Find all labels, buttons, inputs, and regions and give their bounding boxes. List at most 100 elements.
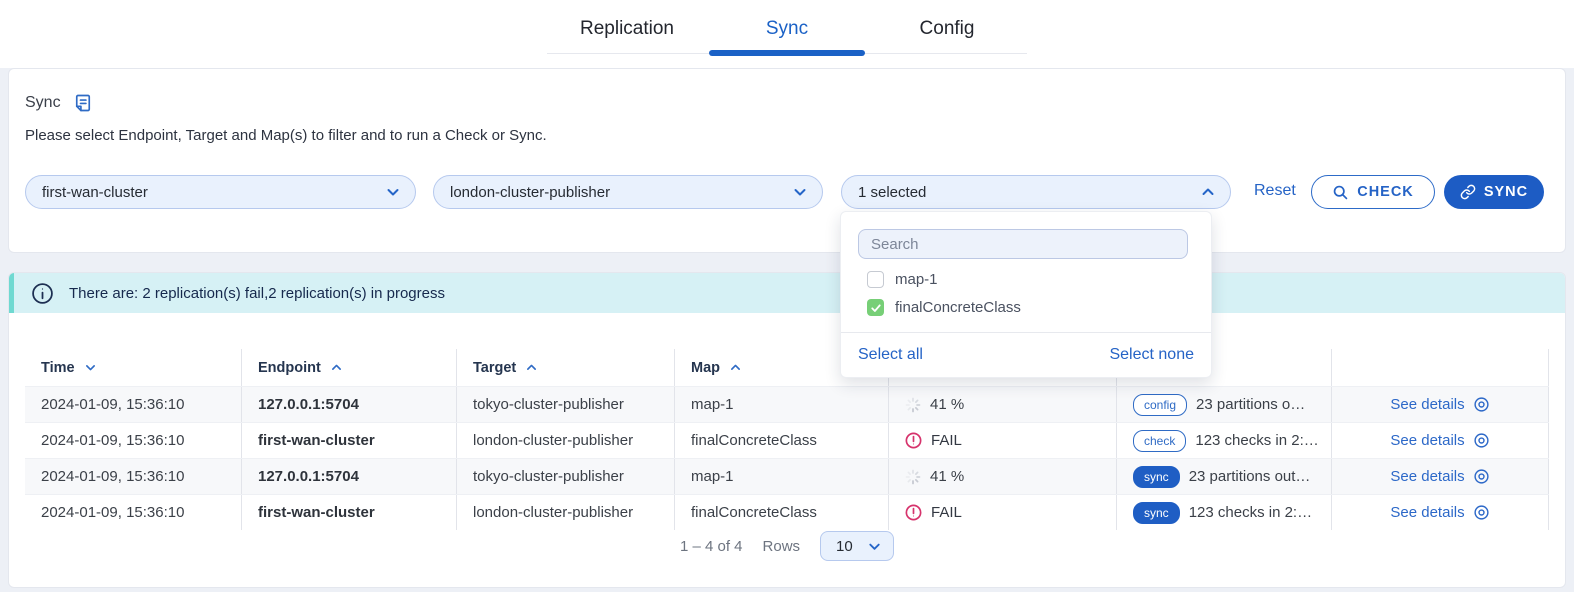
map-multiselect[interactable]: 1 selected xyxy=(841,175,1231,209)
col-header-label: Target xyxy=(473,360,516,376)
map-option-map-1[interactable]: map-1 xyxy=(867,271,938,288)
see-details-link[interactable]: See details xyxy=(1390,432,1489,449)
map-panel-footer: Select all Select none xyxy=(841,332,1211,377)
message-cell: sync 123 checks in 2:… xyxy=(1116,495,1331,530)
select-all-link[interactable]: Select all xyxy=(858,346,923,364)
sync-button-label: SYNC xyxy=(1484,184,1528,200)
table-header-row: Time Endpoint Target Map xyxy=(25,349,1549,386)
see-details-label: See details xyxy=(1390,396,1464,413)
tab-replication[interactable]: Replication xyxy=(547,12,707,53)
sort-asc-icon xyxy=(729,361,742,374)
map-cell: map-1 xyxy=(674,387,888,422)
message-cell: sync 23 partitions out… xyxy=(1116,459,1331,494)
sync-button[interactable]: SYNC xyxy=(1444,175,1544,209)
chevron-down-icon xyxy=(867,539,882,554)
target-cell: tokyo-cluster-publisher xyxy=(456,459,674,494)
sort-desc-icon xyxy=(84,361,97,374)
pagination-range: 1 – 4 of 4 xyxy=(680,538,743,555)
spinner-icon xyxy=(905,469,921,485)
col-header-label: Time xyxy=(41,360,75,376)
reset-button[interactable]: Reset xyxy=(1254,182,1296,200)
col-header-time[interactable]: Time xyxy=(25,349,241,386)
col-header-target[interactable]: Target xyxy=(456,349,674,386)
map-cell: finalConcreteClass xyxy=(674,423,888,458)
page-title: Sync xyxy=(25,93,93,113)
endpoint-cell: 127.0.0.1:5704 xyxy=(241,387,456,422)
time-cell: 2024-01-09, 15:36:10 xyxy=(25,387,241,422)
endpoint-cell: 127.0.0.1:5704 xyxy=(241,459,456,494)
info-banner: There are: 2 replication(s) fail,2 repli… xyxy=(9,273,1565,313)
rows-per-page-select[interactable]: 10 xyxy=(820,531,894,561)
table-row: 2024-01-09, 15:36:10 127.0.0.1:5704 toky… xyxy=(25,458,1549,494)
target-cell: london-cluster-publisher xyxy=(456,423,674,458)
search-icon xyxy=(1332,184,1349,201)
target-cell: london-cluster-publisher xyxy=(456,495,674,530)
col-header-endpoint[interactable]: Endpoint xyxy=(241,349,456,386)
check-button[interactable]: CHECK xyxy=(1311,175,1435,209)
tab-band: Replication Sync Config xyxy=(0,0,1574,68)
time-cell: 2024-01-09, 15:36:10 xyxy=(25,423,241,458)
error-icon xyxy=(905,432,922,449)
actions-cell: See details xyxy=(1331,459,1549,494)
map-option-finalconcreteclass[interactable]: finalConcreteClass xyxy=(867,299,1021,316)
see-details-link[interactable]: See details xyxy=(1390,504,1489,521)
tab-config[interactable]: Config xyxy=(867,12,1027,53)
chevron-down-icon xyxy=(792,184,808,200)
replication-table: Time Endpoint Target Map xyxy=(25,349,1549,530)
map-cell: map-1 xyxy=(674,459,888,494)
checkbox-checked-icon[interactable] xyxy=(867,299,884,316)
check-button-label: CHECK xyxy=(1357,184,1414,200)
pagination: 1 – 4 of 4 Rows 10 xyxy=(9,531,1565,561)
target-select[interactable]: london-cluster-publisher xyxy=(433,175,823,209)
tab-bar: Replication Sync Config xyxy=(547,12,1027,54)
time-cell: 2024-01-09, 15:36:10 xyxy=(25,459,241,494)
rows-per-page-value: 10 xyxy=(836,538,853,555)
status-cell: FAIL xyxy=(888,495,1116,530)
message-text: 123 checks in 2:… xyxy=(1189,504,1312,521)
sync-table-card: There are: 2 replication(s) fail,2 repli… xyxy=(8,272,1566,588)
see-details-link[interactable]: See details xyxy=(1390,396,1489,413)
operation-badge: config xyxy=(1133,394,1187,416)
sort-asc-icon xyxy=(330,361,343,374)
status-cell: 41 % xyxy=(888,459,1116,494)
document-icon[interactable] xyxy=(73,93,93,113)
message-cell: check 123 checks in 2:… xyxy=(1116,423,1331,458)
operation-badge: check xyxy=(1133,430,1186,452)
sync-filter-card: Sync Please select Endpoint, Target and … xyxy=(8,68,1566,253)
actions-cell: See details xyxy=(1331,387,1549,422)
endpoint-cell: first-wan-cluster xyxy=(241,495,456,530)
rows-per-page-label: Rows xyxy=(763,538,801,555)
search-input[interactable] xyxy=(858,229,1188,259)
table-row: 2024-01-09, 15:36:10 first-wan-cluster l… xyxy=(25,494,1549,530)
tab-sync[interactable]: Sync xyxy=(707,12,867,53)
message-cell: config 23 partitions o… xyxy=(1116,387,1331,422)
endpoint-select[interactable]: first-wan-cluster xyxy=(25,175,416,209)
table-row: 2024-01-09, 15:36:10 127.0.0.1:5704 toky… xyxy=(25,386,1549,422)
link-icon xyxy=(1460,184,1476,200)
see-details-label: See details xyxy=(1390,468,1464,485)
sort-asc-icon xyxy=(525,361,538,374)
endpoint-cell: first-wan-cluster xyxy=(241,423,456,458)
time-cell: 2024-01-09, 15:36:10 xyxy=(25,495,241,530)
endpoint-select-value: first-wan-cluster xyxy=(42,184,148,201)
chevron-down-icon xyxy=(385,184,401,200)
eye-icon xyxy=(1473,504,1490,521)
status-text: FAIL xyxy=(931,504,962,521)
filter-description: Please select Endpoint, Target and Map(s… xyxy=(25,127,547,144)
info-icon xyxy=(31,282,54,305)
eye-icon xyxy=(1473,432,1490,449)
target-cell: tokyo-cluster-publisher xyxy=(456,387,674,422)
select-none-link[interactable]: Select none xyxy=(1109,346,1194,364)
col-header-label: Map xyxy=(691,360,720,376)
operation-badge: sync xyxy=(1133,502,1180,524)
see-details-label: See details xyxy=(1390,432,1464,449)
map-cell: finalConcreteClass xyxy=(674,495,888,530)
checkbox-unchecked-icon[interactable] xyxy=(867,271,884,288)
message-text: 123 checks in 2:… xyxy=(1195,432,1318,449)
status-text: 41 % xyxy=(930,468,964,485)
chevron-up-icon xyxy=(1200,184,1216,200)
message-text: 23 partitions o… xyxy=(1196,396,1305,413)
see-details-link[interactable]: See details xyxy=(1390,468,1489,485)
actions-cell: See details xyxy=(1331,495,1549,530)
spinner-icon xyxy=(905,397,921,413)
